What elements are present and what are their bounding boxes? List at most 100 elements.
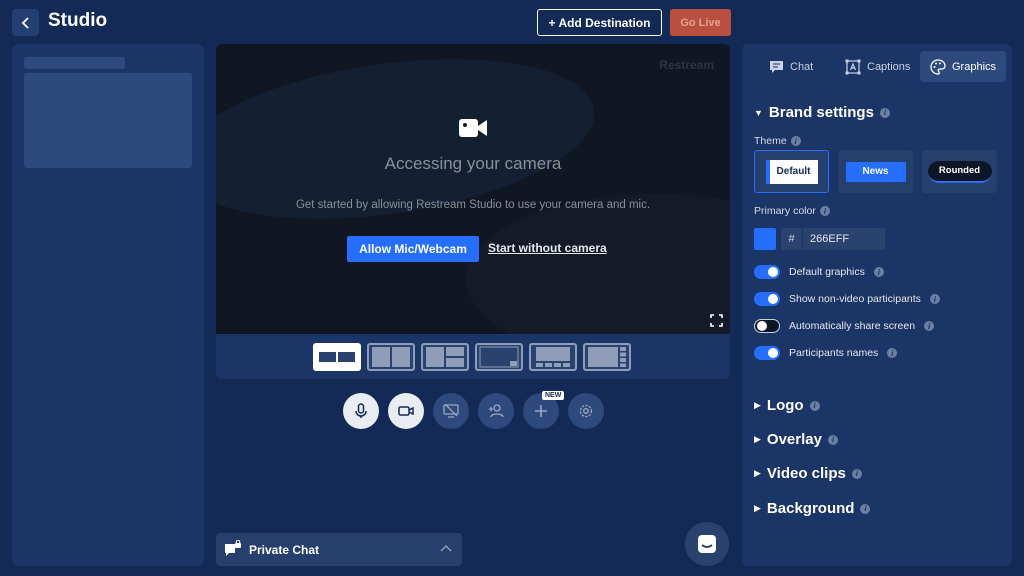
- info-icon[interactable]: i: [887, 348, 898, 358]
- tab-captions-label: Captions: [867, 60, 911, 73]
- theme-default-preview: Default: [765, 159, 818, 184]
- support-chat-icon: [698, 535, 716, 553]
- toggle-label: Automatically share screen: [789, 320, 916, 332]
- caret-right-icon: ▶: [754, 400, 761, 410]
- chat-lock-icon: [225, 540, 241, 556]
- left-panel: [12, 44, 204, 566]
- layout-selector: [313, 343, 631, 371]
- auto-share-screen-toggle[interactable]: [754, 319, 780, 333]
- section-title: Video clips: [766, 465, 846, 482]
- caret-down-icon: ▼: [754, 107, 763, 118]
- primary-color-swatch[interactable]: [754, 228, 776, 250]
- default-graphics-toggle[interactable]: [754, 265, 780, 279]
- section-overlay[interactable]: ▶ Overlay i: [754, 431, 838, 448]
- section-title: Overlay: [766, 431, 822, 448]
- layout-one-plus-two[interactable]: [421, 343, 469, 371]
- captions-icon: [845, 59, 861, 74]
- tab-chat[interactable]: Chat: [759, 51, 823, 82]
- private-chat-label: Private Chat: [249, 543, 320, 557]
- section-logo[interactable]: ▶ Logo i: [754, 397, 820, 414]
- screen-share-button[interactable]: [433, 393, 469, 429]
- toggle-label: Default graphics: [789, 266, 865, 278]
- toggle-row-non-video-participants: Show non-video participants i: [754, 292, 940, 306]
- section-video-clips[interactable]: ▶ Video clips i: [754, 465, 862, 482]
- layout-two-tall-icon: [372, 347, 410, 367]
- screen-share-off-icon: [443, 404, 459, 418]
- brand-settings-title: Brand settings: [768, 104, 874, 121]
- layout-main-strip-icon: [536, 347, 570, 367]
- theme-news-preview: News: [845, 161, 906, 182]
- theme-default[interactable]: Default: [754, 150, 829, 193]
- video-stage: Restream Accessing your camera Get start…: [216, 44, 730, 334]
- start-without-camera-link[interactable]: Start without camera: [488, 241, 607, 255]
- info-icon[interactable]: i: [809, 400, 820, 411]
- caret-right-icon: ▶: [754, 503, 761, 513]
- tab-chat-label: Chat: [790, 60, 814, 73]
- info-icon[interactable]: i: [819, 206, 830, 216]
- hex-value[interactable]: 266EFF: [803, 233, 849, 245]
- primary-color-label: Primary color i: [754, 205, 830, 217]
- private-chat-bar[interactable]: Private Chat: [216, 533, 462, 566]
- section-title: Background: [766, 500, 855, 517]
- toggle-row-participants-names: Participants names i: [754, 346, 898, 360]
- camera-access-message: Get started by allowing Restream Studio …: [295, 199, 651, 211]
- fullscreen-icon[interactable]: [710, 314, 723, 327]
- microphone-button[interactable]: [343, 393, 379, 429]
- layout-picture-in-picture[interactable]: [475, 343, 523, 371]
- participants-names-toggle[interactable]: [754, 346, 780, 360]
- layout-main-plus-strip[interactable]: [529, 343, 577, 371]
- new-badge: NEW: [542, 391, 565, 400]
- caret-right-icon: ▶: [754, 468, 761, 478]
- invite-guest-button[interactable]: [478, 393, 514, 429]
- camera-button[interactable]: [388, 393, 424, 429]
- layout-main-plus-sidebar[interactable]: [583, 343, 631, 371]
- support-chat-button[interactable]: [685, 522, 729, 566]
- hex-prefix: #: [781, 228, 803, 250]
- info-icon[interactable]: i: [827, 434, 838, 445]
- info-icon[interactable]: i: [873, 267, 884, 277]
- back-button[interactable]: [12, 9, 39, 36]
- toggle-row-default-graphics: Default graphics i: [754, 265, 884, 279]
- settings-button[interactable]: [568, 393, 604, 429]
- primary-color-input[interactable]: # 266EFF: [781, 228, 885, 250]
- info-icon[interactable]: i: [879, 107, 890, 118]
- info-icon[interactable]: i: [860, 503, 871, 514]
- layout-side-by-side[interactable]: [313, 343, 361, 371]
- non-video-participants-toggle[interactable]: [754, 292, 780, 306]
- layout-main-sidebar-icon: [588, 347, 626, 367]
- palette-icon: [930, 58, 946, 75]
- allow-mic-webcam-button[interactable]: Allow Mic/Webcam: [347, 236, 479, 262]
- skeleton-line: [24, 57, 125, 69]
- info-icon[interactable]: i: [924, 321, 935, 331]
- info-icon[interactable]: i: [790, 136, 801, 146]
- toggle-label: Show non-video participants: [789, 293, 921, 305]
- gear-icon: [579, 404, 593, 418]
- layout-two-tall[interactable]: [367, 343, 415, 371]
- layout-pip-icon: [479, 346, 519, 368]
- stage-container: Restream Accessing your camera Get start…: [216, 44, 730, 379]
- skeleton-box: [24, 73, 192, 168]
- info-icon[interactable]: i: [929, 294, 940, 304]
- theme-rounded-preview: Rounded: [927, 160, 992, 183]
- chevron-up-icon: [440, 544, 452, 552]
- caret-right-icon: ▶: [754, 434, 761, 444]
- restream-watermark: Restream: [659, 58, 714, 72]
- right-panel: Chat Captions Graphics ▼ Brand settings …: [742, 44, 1012, 566]
- toggle-row-share-screen: Automatically share screen i: [754, 319, 935, 333]
- tab-captions[interactable]: Captions: [835, 51, 920, 82]
- section-background[interactable]: ▶ Background i: [754, 500, 871, 517]
- add-user-icon: [489, 404, 504, 418]
- layout-side-by-side-icon: [319, 352, 355, 362]
- tab-graphics-label: Graphics: [952, 60, 997, 73]
- theme-news[interactable]: News: [838, 150, 913, 193]
- brand-settings-toggle[interactable]: ▼ Brand settings i: [754, 104, 890, 121]
- go-live-button[interactable]: Go Live: [670, 9, 731, 36]
- tab-graphics[interactable]: Graphics: [920, 51, 1007, 82]
- add-destination-button[interactable]: + Add Destination: [537, 9, 662, 36]
- info-icon[interactable]: i: [851, 468, 862, 479]
- camera-access-heading: Accessing your camera: [384, 154, 562, 173]
- chat-icon: [770, 60, 783, 73]
- microphone-icon: [355, 403, 367, 418]
- theme-label: Theme i: [754, 135, 801, 147]
- theme-rounded[interactable]: Rounded: [922, 150, 997, 193]
